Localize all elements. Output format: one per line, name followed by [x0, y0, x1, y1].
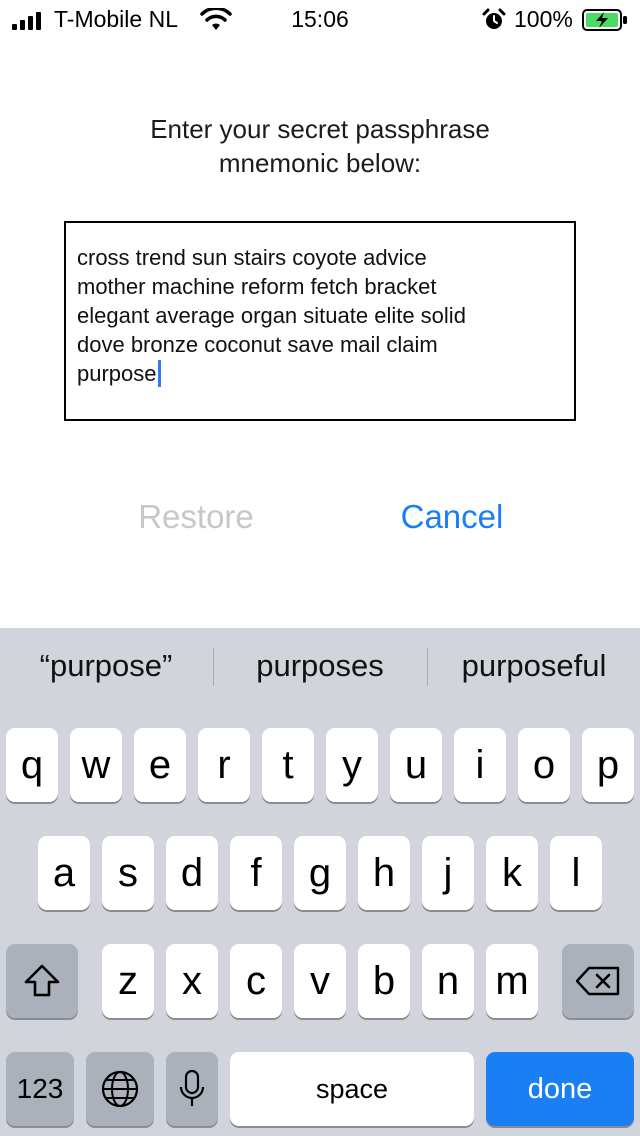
key-e[interactable]: e: [134, 728, 186, 802]
mnemonic-input[interactable]: cross trend sun stairs coyote advice mot…: [64, 221, 576, 421]
key-f[interactable]: f: [230, 836, 282, 910]
key-z[interactable]: z: [102, 944, 154, 1018]
key-q[interactable]: q: [6, 728, 58, 802]
globe-key[interactable]: [86, 1052, 154, 1126]
keyboard: “purpose” purposes purposeful q w e r t …: [0, 628, 640, 1136]
key-a[interactable]: a: [38, 836, 90, 910]
mnemonic-text: cross trend sun stairs coyote advice mot…: [77, 245, 466, 386]
cancel-button[interactable]: Cancel: [352, 498, 552, 536]
suggestion-item[interactable]: purposeful: [428, 648, 640, 684]
key-w[interactable]: w: [70, 728, 122, 802]
key-b[interactable]: b: [358, 944, 410, 1018]
key-j[interactable]: j: [422, 836, 474, 910]
text-caret: [157, 360, 161, 387]
instruction-text: Enter your secret passphrase mnemonic be…: [150, 114, 490, 178]
suggestion-item[interactable]: “purpose”: [0, 648, 212, 684]
key-k[interactable]: k: [486, 836, 538, 910]
key-l[interactable]: l: [550, 836, 602, 910]
key-i[interactable]: i: [454, 728, 506, 802]
restore-button[interactable]: Restore: [96, 498, 296, 536]
dictation-key[interactable]: [166, 1052, 218, 1126]
key-s[interactable]: s: [102, 836, 154, 910]
key-h[interactable]: h: [358, 836, 410, 910]
key-x[interactable]: x: [166, 944, 218, 1018]
suggestion-bar: “purpose” purposes purposeful: [0, 628, 640, 706]
key-y[interactable]: y: [326, 728, 378, 802]
key-v[interactable]: v: [294, 944, 346, 1018]
numbers-key[interactable]: 123: [6, 1052, 74, 1126]
alarm-icon: [482, 8, 506, 29]
key-d[interactable]: d: [166, 836, 218, 910]
battery-charging-icon: [582, 9, 627, 31]
key-t[interactable]: t: [262, 728, 314, 802]
key-c[interactable]: c: [230, 944, 282, 1018]
shift-icon: [24, 964, 60, 997]
key-u[interactable]: u: [390, 728, 442, 802]
shift-key[interactable]: [6, 944, 78, 1018]
suggestion-item[interactable]: purposes: [214, 648, 426, 684]
key-o[interactable]: o: [518, 728, 570, 802]
key-n[interactable]: n: [422, 944, 474, 1018]
key-p[interactable]: p: [582, 728, 634, 802]
done-key[interactable]: done: [486, 1052, 634, 1126]
backspace-key[interactable]: [562, 944, 634, 1018]
backspace-icon: [575, 966, 620, 996]
space-key[interactable]: space: [230, 1052, 474, 1126]
key-m[interactable]: m: [486, 944, 538, 1018]
microphone-icon: [179, 1069, 205, 1106]
status-bar: T-Mobile NL 15:06 100%: [0, 0, 640, 40]
key-g[interactable]: g: [294, 836, 346, 910]
globe-icon: [101, 1070, 139, 1108]
battery-percent: 100%: [514, 6, 573, 32]
key-r[interactable]: r: [198, 728, 250, 802]
